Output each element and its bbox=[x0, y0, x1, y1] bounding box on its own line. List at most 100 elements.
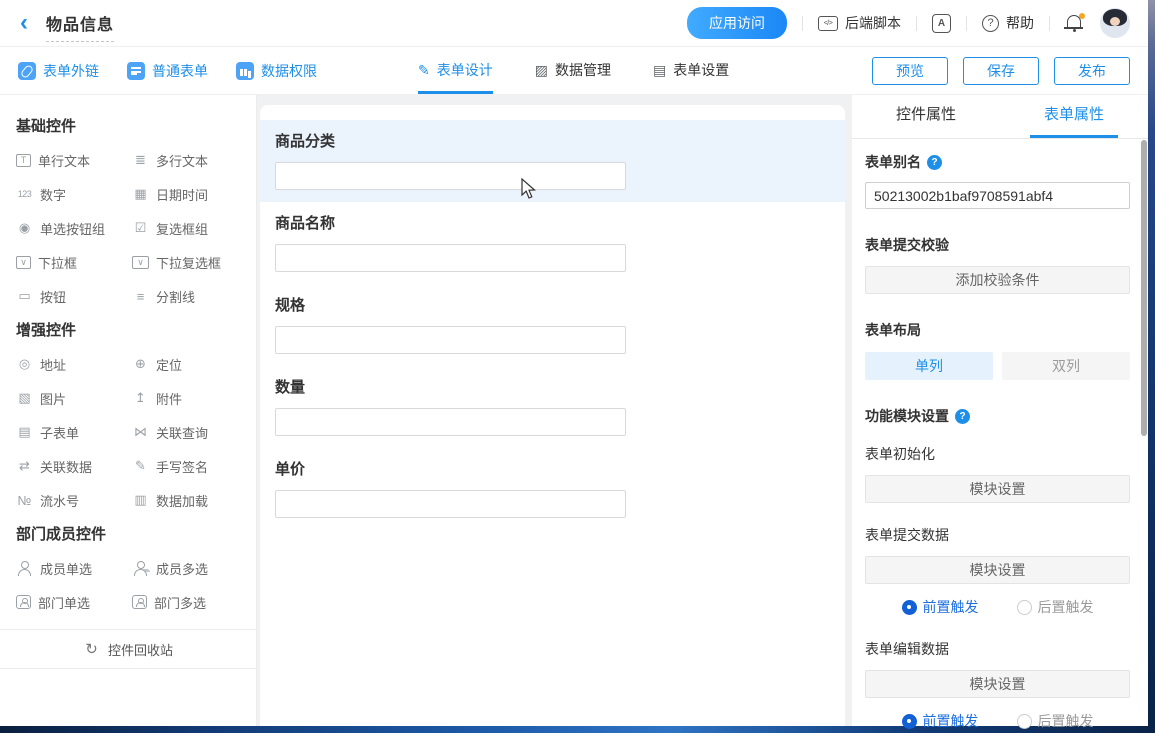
product-category-input[interactable] bbox=[275, 162, 626, 190]
form-external-link-button[interactable]: 表单外链 bbox=[18, 61, 99, 81]
form-submit-module-button[interactable]: 模块设置 bbox=[865, 556, 1130, 584]
departments-icon bbox=[132, 595, 147, 609]
help-circle-icon[interactable]: ? bbox=[927, 155, 942, 170]
sidebar-item-button[interactable]: ▭ 按钮 bbox=[16, 279, 132, 313]
submit-post-trigger-radio[interactable]: 后置触发 bbox=[1017, 597, 1094, 617]
section-enhanced-widgets: 增强控件 bbox=[16, 319, 246, 347]
location-pin-icon: ◎ bbox=[16, 356, 33, 372]
person-icon bbox=[16, 560, 33, 576]
sidebar-item-dept-multi[interactable]: 部门多选 bbox=[132, 585, 246, 619]
tab-data-management[interactable]: ▨ 数据管理 bbox=[535, 47, 611, 94]
code-icon: </> bbox=[818, 16, 838, 31]
quantity-input[interactable] bbox=[275, 408, 626, 436]
form-edit-module-button[interactable]: 模块设置 bbox=[865, 670, 1130, 698]
help-circle-icon[interactable]: ? bbox=[955, 409, 970, 424]
data-permission-button[interactable]: 数据权限 bbox=[236, 61, 317, 81]
back-button[interactable]: ‹ bbox=[14, 13, 34, 33]
sidebar-item-signature[interactable]: ✎ 手写签名 bbox=[132, 449, 246, 483]
submit-pre-trigger-radio[interactable]: 前置触发 bbox=[902, 597, 979, 617]
sidebar-item-member-single[interactable]: 成员单选 bbox=[16, 551, 132, 585]
doc-gear-icon: ▤ bbox=[653, 62, 666, 79]
preview-button[interactable]: 预览 bbox=[872, 57, 948, 85]
divider bbox=[1049, 16, 1050, 31]
question-circle-icon: ? bbox=[982, 15, 999, 32]
form-toolbar: 表单外链 普通表单 数据权限 ✎ 表单设计 ▨ 数据管理 ▤ 表单设置 bbox=[0, 47, 1148, 95]
backend-script-button[interactable]: </> 后端脚本 bbox=[818, 13, 901, 33]
layout-single-column-button[interactable]: 单列 bbox=[865, 352, 993, 380]
divider-line-icon: ≡ bbox=[132, 289, 149, 304]
save-button[interactable]: 保存 bbox=[963, 57, 1039, 85]
recycle-icon: ↻ bbox=[83, 640, 100, 658]
layout-double-column-button[interactable]: 双列 bbox=[1002, 352, 1130, 380]
bar-chart-icon bbox=[236, 62, 254, 80]
form-title-editable[interactable]: 物品信息 bbox=[46, 11, 114, 42]
sidebar-item-datetime[interactable]: ▦ 日期时间 bbox=[132, 177, 246, 211]
pencil-doc-icon: ✎ bbox=[418, 62, 430, 79]
panel-scrollbar-thumb[interactable] bbox=[1141, 140, 1147, 436]
sidebar-item-dropdown[interactable]: ∨ 下拉框 bbox=[16, 245, 132, 279]
sidebar-item-image[interactable]: ▧ 图片 bbox=[16, 381, 132, 415]
widget-recycle-bin[interactable]: ↻ 控件回收站 bbox=[0, 629, 256, 669]
form-init-module-button[interactable]: 模块设置 bbox=[865, 475, 1130, 503]
canvas-field-unit-price[interactable]: 单价 bbox=[260, 448, 845, 530]
main-area: 基础控件 T 单行文本 ≣ 多行文本 123 数字 ▦ 日期时间 bbox=[0, 95, 1148, 726]
module-settings-title: 功能模块设置 ? bbox=[865, 406, 1130, 426]
widget-sidebar: 基础控件 T 单行文本 ≣ 多行文本 123 数字 ▦ 日期时间 bbox=[0, 95, 257, 726]
people-icon bbox=[132, 560, 149, 576]
product-name-input[interactable] bbox=[275, 244, 626, 272]
sidebar-item-data-load[interactable]: ▥ 数据加载 bbox=[132, 483, 246, 517]
tab-form-design[interactable]: ✎ 表单设计 bbox=[418, 47, 493, 94]
canvas-field-product-name[interactable]: 商品名称 bbox=[260, 202, 845, 284]
add-validation-button[interactable]: 添加校验条件 bbox=[865, 266, 1130, 294]
sidebar-item-multi-line-text[interactable]: ≣ 多行文本 bbox=[132, 143, 246, 177]
sidebar-item-checkbox-group[interactable]: ☑ 复选框组 bbox=[132, 211, 246, 245]
form-alias-input[interactable] bbox=[865, 182, 1130, 209]
canvas-field-product-category[interactable]: 商品分类 bbox=[260, 120, 845, 202]
notification-bell-icon[interactable] bbox=[1065, 14, 1085, 34]
checkbox-icon: ☑ bbox=[132, 220, 149, 236]
divider bbox=[916, 16, 917, 31]
edit-post-trigger-radio[interactable]: 后置触发 bbox=[1017, 711, 1094, 731]
spec-input[interactable] bbox=[275, 326, 626, 354]
sidebar-item-member-multi[interactable]: 成员多选 bbox=[132, 551, 246, 585]
app-window: ‹ 物品信息 应用访问 </> 后端脚本 A ? 帮助 bbox=[0, 0, 1148, 726]
sidebar-item-subform[interactable]: ▤ 子表单 bbox=[16, 415, 132, 449]
sidebar-item-dept-single[interactable]: 部门单选 bbox=[16, 585, 132, 619]
sidebar-item-serial-number[interactable]: № 流水号 bbox=[16, 483, 132, 517]
department-icon bbox=[16, 595, 31, 609]
translate-icon[interactable]: A bbox=[932, 14, 951, 33]
canvas-field-spec[interactable]: 规格 bbox=[260, 284, 845, 366]
sidebar-item-address[interactable]: ◎ 地址 bbox=[16, 347, 132, 381]
sidebar-item-number[interactable]: 123 数字 bbox=[16, 177, 132, 211]
tab-widget-properties[interactable]: 控件属性 bbox=[852, 95, 1000, 138]
notification-dot bbox=[1079, 13, 1085, 19]
relation-query-icon: ⋈ bbox=[132, 424, 149, 440]
app-access-button[interactable]: 应用访问 bbox=[687, 7, 787, 39]
multi-dropdown-icon: ∨ bbox=[132, 256, 149, 269]
properties-panel: 控件属性 表单属性 表单别名 ? 表单提交校验 添加校验条件 表单布局 单列 双… bbox=[852, 95, 1148, 726]
sidebar-item-geolocation[interactable]: ⊕ 定位 bbox=[132, 347, 246, 381]
multiline-icon: ≣ bbox=[132, 152, 149, 168]
canvas-field-quantity[interactable]: 数量 bbox=[260, 366, 845, 448]
section-basic-widgets: 基础控件 bbox=[16, 115, 246, 143]
user-avatar[interactable] bbox=[1100, 8, 1130, 38]
tab-form-settings[interactable]: ▤ 表单设置 bbox=[653, 47, 729, 94]
publish-button[interactable]: 发布 bbox=[1054, 57, 1130, 85]
page-title: 物品信息 bbox=[46, 17, 114, 34]
form-layout-label: 表单布局 bbox=[865, 320, 1130, 340]
sidebar-item-attachment[interactable]: ↥ 附件 bbox=[132, 381, 246, 415]
sidebar-item-radio-group[interactable]: ◉ 单选按钮组 bbox=[16, 211, 132, 245]
sidebar-item-divider-line[interactable]: ≡ 分割线 bbox=[132, 279, 246, 313]
radio-selected-icon bbox=[902, 714, 917, 729]
sidebar-item-single-line-text[interactable]: T 单行文本 bbox=[16, 143, 132, 177]
sidebar-item-relation-data[interactable]: ⇄ 关联数据 bbox=[16, 449, 132, 483]
normal-form-button[interactable]: 普通表单 bbox=[127, 61, 208, 81]
tab-form-properties[interactable]: 表单属性 bbox=[1000, 95, 1148, 138]
unit-price-input[interactable] bbox=[275, 490, 626, 518]
help-button[interactable]: ? 帮助 bbox=[982, 13, 1034, 33]
sidebar-item-multi-dropdown[interactable]: ∨ 下拉复选框 bbox=[132, 245, 246, 279]
edit-pre-trigger-radio[interactable]: 前置触发 bbox=[902, 711, 979, 731]
view-tabs: ✎ 表单设计 ▨ 数据管理 ▤ 表单设置 bbox=[418, 47, 729, 94]
sidebar-item-relation-query[interactable]: ⋈ 关联查询 bbox=[132, 415, 246, 449]
radio-selected-icon bbox=[902, 600, 917, 615]
